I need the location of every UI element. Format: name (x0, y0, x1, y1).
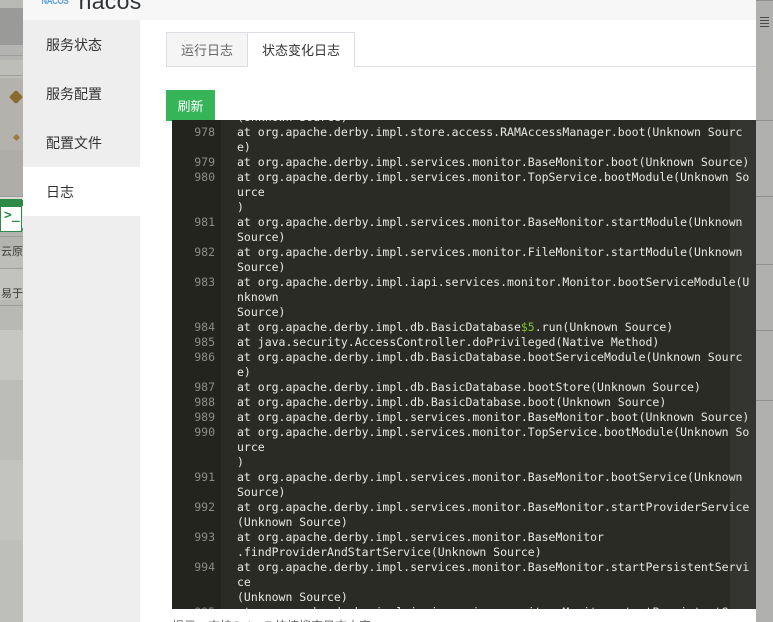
rail-divider (756, 0, 773, 1)
rail-divider (756, 330, 773, 331)
console-header: NACOS nacos (23, 0, 756, 20)
log-line: 995at org.apache.derby.impl.iapi.service… (172, 605, 756, 609)
sidebar-item-label: 服务状态 (46, 36, 102, 53)
background-divider (0, 55, 23, 56)
log-line-number: 989 (194, 410, 215, 424)
log-line-text: at org.apache.derby.impl.services.monito… (237, 410, 750, 424)
log-line-number: 987 (194, 380, 215, 394)
rail-divider (756, 120, 773, 121)
terminal-icon: >_ (0, 199, 22, 232)
log-line-number: 992 (194, 500, 215, 514)
log-line-text: at org.apache.derby.impl.store.access.RA… (237, 125, 743, 154)
log-line: 990 at org.apache.derby.impl.services.mon… (172, 425, 756, 470)
sidebar-item-label: 日志 (46, 183, 74, 200)
sidebar-item-config-file[interactable]: 配置文件 (23, 118, 140, 167)
log-line-text: at org.apache.derby.impl.db.BasicDatabas… (237, 395, 667, 409)
log-line-text: at org.apache.derby.impl.services.monito… (237, 530, 604, 559)
background-label-1: 云原 (1, 246, 23, 258)
log-line-text: at org.apache.derby.impl.services.monito… (237, 155, 750, 169)
terminal-prompt-glyph: >_ (4, 208, 20, 223)
log-line-number: 986 (194, 350, 215, 364)
sidebar-item-service-config[interactable]: 服务配置 (23, 69, 140, 118)
sidebar-item-service-status[interactable]: 服务状态 (23, 20, 140, 69)
log-line: 994 at org.apache.derby.impl.services.mon… (172, 560, 756, 605)
log-line-text: at org.apache.derby.impl.services.monito… (237, 500, 750, 529)
log-line-text: at org.apache.derby.impl.db.BasicDatabas… (237, 380, 701, 394)
log-line-number: 982 (194, 245, 215, 259)
log-line-number: 995 (172, 605, 221, 609)
sidebar: 服务状态 服务配置 配置文件 日志 (23, 20, 140, 622)
log-line: 980 at org.apache.derby.impl.services.mon… (172, 170, 756, 215)
background-divider (0, 75, 23, 76)
brand-name: nacos (78, 0, 142, 14)
log-line-text: at org.apache.derby.impl.iapi.services.m… (221, 605, 756, 609)
log-line-text: at org.apache.derby.impl.services.monito… (237, 470, 743, 499)
terminal-icon-titlebar (1, 200, 21, 207)
log-line-text: at org.apache.derby.impl.services.monito… (237, 245, 743, 274)
log-line-number: 980 (194, 170, 215, 184)
log-token: $5 (520, 320, 535, 334)
log-line: 983 at org.apache.derby.impl.iapi.service… (172, 275, 756, 320)
log-line-number: 981 (194, 215, 215, 229)
log-line: 979 at org.apache.derby.impl.services.mon… (172, 155, 756, 170)
background-divider (0, 305, 23, 306)
sidebar-spacer (23, 216, 140, 236)
nacos-console-window: NACOS nacos 服务状态 服务配置 配置文件 日志 运行日志 状态变化日… (23, 0, 756, 622)
tab-label: 状态变化日志 (262, 43, 341, 58)
log-line-number: 988 (194, 395, 215, 409)
log-line: 988 at org.apache.derby.impl.db.BasicData… (172, 395, 756, 410)
log-line-number: 984 (194, 320, 215, 334)
log-tabs: 运行日志 状态变化日志 (166, 32, 756, 67)
log-line: 986 at org.apache.derby.impl.db.BasicData… (172, 350, 756, 380)
log-line-text: at org.apache.derby.impl.services.monito… (237, 215, 743, 244)
log-line-number: 994 (194, 560, 215, 574)
refresh-button[interactable]: 刷新 (166, 90, 215, 121)
log-line-text: at org.apache.derby.impl.db.BasicDatabas… (237, 350, 743, 379)
log-line-text: at org.apache.derby.impl.services.monito… (237, 425, 750, 469)
log-line: 993 at org.apache.derby.impl.services.mon… (172, 530, 756, 560)
log-viewer[interactable]: (Unknown Source)978at org.apache.derby.i… (172, 120, 756, 609)
sidebar-item-logs[interactable]: 日志 (23, 167, 140, 216)
log-line-number: 990 (194, 425, 215, 439)
brand-logo[interactable]: NACOS nacos (38, 0, 142, 15)
log-line-number: 991 (194, 470, 215, 484)
log-line-list: (Unknown Source)978at org.apache.derby.i… (172, 120, 756, 609)
log-line: 978 at org.apache.derby.impl.store.access… (172, 125, 756, 155)
log-line-number: 979 (194, 155, 215, 169)
log-line-text: at java.security.AccessController.doPriv… (237, 335, 660, 349)
background-divider (0, 196, 23, 197)
page-scrollbar[interactable] (756, 0, 773, 622)
background-divider (0, 236, 23, 237)
log-line-text: at org.apache.derby.impl.iapi.services.m… (237, 275, 750, 319)
log-line: 984 at org.apache.derby.impl.db.BasicData… (172, 320, 756, 335)
log-line-number: 983 (194, 275, 215, 289)
log-line: 987 at org.apache.derby.impl.db.BasicData… (172, 380, 756, 395)
rail-divider (756, 264, 773, 265)
log-line: 981 at org.apache.derby.impl.services.mon… (172, 215, 756, 245)
sidebar-item-label: 服务配置 (46, 85, 102, 102)
main-content: 运行日志 状态变化日志 刷新 (Unknown Source)978at org… (140, 20, 756, 622)
tab-status-change-log[interactable]: 状态变化日志 (248, 32, 356, 67)
log-line-text: at org.apache.derby.impl.services.monito… (237, 170, 750, 214)
tab-runtime-log[interactable]: 运行日志 (166, 32, 249, 67)
rail-divider (756, 196, 773, 197)
background-label-2: 易于 (1, 288, 23, 300)
log-line-number: 985 (194, 335, 215, 349)
log-line-text: at org.apache.derby.impl.services.monito… (237, 560, 750, 604)
log-line: 982 at org.apache.derby.impl.services.mon… (172, 245, 756, 275)
sidebar-item-label: 配置文件 (46, 134, 102, 151)
background-divider (0, 268, 23, 269)
log-line: 992 at org.apache.derby.impl.services.mon… (172, 500, 756, 530)
log-line-number: 978 (194, 125, 215, 139)
rail-divider (756, 400, 773, 401)
tab-label: 运行日志 (181, 43, 234, 58)
log-line: 989 at org.apache.derby.impl.services.mon… (172, 410, 756, 425)
log-line: 985 at java.security.AccessController.doP… (172, 335, 756, 350)
nacos-logo-icon: NACOS (41, 0, 69, 7)
log-line-number: 993 (194, 530, 215, 544)
log-line-text: at org.apache.derby.impl.db.BasicDatabas… (237, 320, 674, 334)
scrollbar-grip-icon (760, 17, 769, 27)
log-line: 991 at org.apache.derby.impl.services.mon… (172, 470, 756, 500)
search-hint: 提示：支持Ctrl + F 快捷搜索日志内容 (172, 617, 371, 622)
